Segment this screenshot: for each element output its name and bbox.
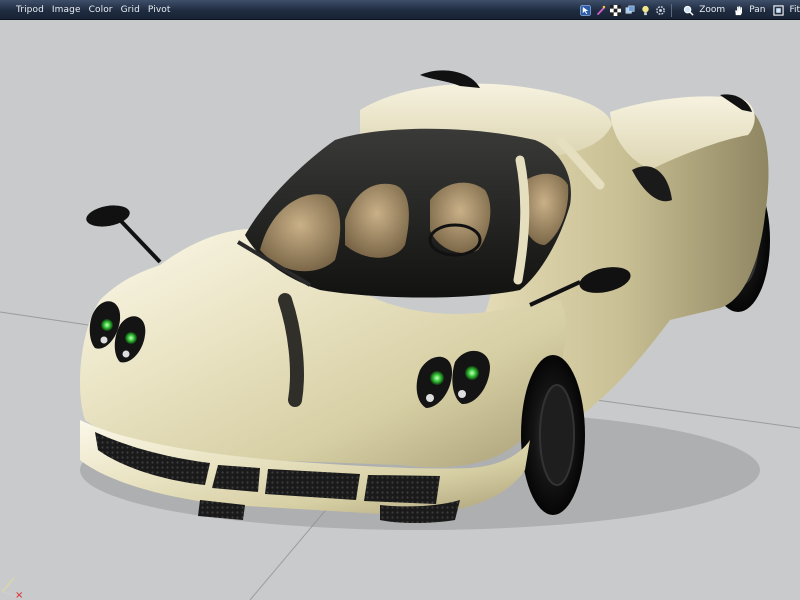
- car-render: [0, 70, 800, 600]
- hand-icon: [735, 5, 743, 15]
- fit-button[interactable]: Fit: [771, 4, 800, 16]
- toolbar-separator: [671, 3, 673, 17]
- menu-item-pivot[interactable]: Pivot: [145, 5, 174, 15]
- settings-icon[interactable]: [655, 5, 666, 16]
- left-mirror: [86, 205, 162, 264]
- axis-indicator: ×: [1, 577, 23, 600]
- menu-item-grid[interactable]: Grid: [118, 5, 143, 15]
- fit-icon: [773, 4, 785, 16]
- pan-label: Pan: [749, 5, 766, 15]
- cursor-icon[interactable]: [580, 4, 592, 16]
- magnifier-icon: [684, 5, 694, 16]
- brush-icon[interactable]: [595, 5, 606, 16]
- light-icon[interactable]: [640, 5, 651, 16]
- checker-icon[interactable]: [610, 4, 622, 16]
- front-wheel: [521, 355, 585, 515]
- menu-item-color[interactable]: Color: [86, 5, 116, 15]
- zoom-button[interactable]: Zoom: [681, 5, 725, 16]
- pan-button[interactable]: Pan: [731, 5, 765, 16]
- axis-x-label: ×: [15, 590, 23, 600]
- menu-item-image[interactable]: Image: [49, 5, 84, 15]
- main-menu: Tripod Image Color Grid Pivot: [0, 0, 176, 20]
- menu-item-tripod[interactable]: Tripod: [0, 5, 47, 15]
- fit-label: Fit: [789, 5, 800, 15]
- layers-icon[interactable]: [625, 5, 636, 16]
- zoom-label: Zoom: [699, 5, 726, 15]
- menu-bar: Tripod Image Color Grid Pivot Zoom Pan F…: [0, 0, 800, 20]
- 3d-viewport[interactable]: ×: [0, 20, 800, 600]
- viewport-toolbar: Zoom Pan Fit: [578, 0, 800, 20]
